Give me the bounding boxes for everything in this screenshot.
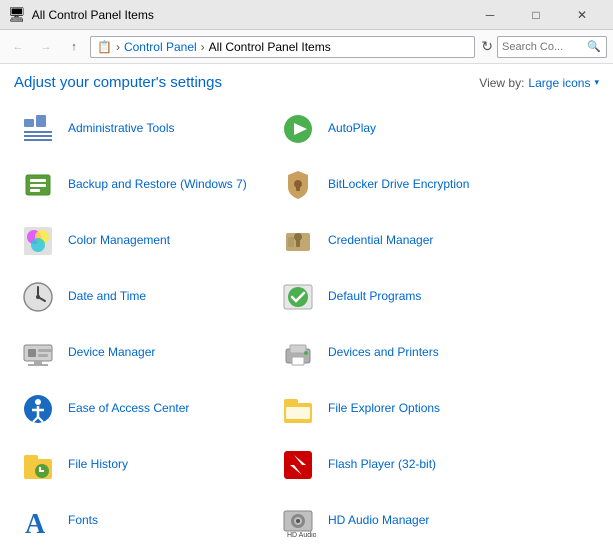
view-by-value[interactable]: Large icons: [528, 76, 590, 90]
page-title: Adjust your computer's settings: [14, 74, 222, 91]
file-explorer-icon: [278, 389, 318, 429]
search-input[interactable]: [502, 41, 587, 53]
date-time-label: Date and Time: [68, 289, 146, 305]
hd-audio-icon: HD Audio: [278, 501, 318, 541]
title-bar-controls: ─ □ ✕: [467, 0, 605, 30]
forward-button[interactable]: →: [34, 35, 58, 59]
address-bar: ← → ↑ 📋 › Control Panel › All Control Pa…: [0, 30, 613, 64]
autoplay-label: AutoPlay: [328, 121, 376, 137]
close-button[interactable]: ✕: [559, 0, 605, 30]
cp-item-color-management[interactable]: Color Management: [10, 213, 270, 269]
credential-manager-icon: [278, 221, 318, 261]
backup-restore-label: Backup and Restore (Windows 7): [68, 177, 247, 193]
view-by-label: View by:: [479, 76, 524, 90]
view-by-control: View by: Large icons ▾: [479, 76, 599, 90]
bitlocker-icon: [278, 165, 318, 205]
back-button[interactable]: ←: [6, 35, 30, 59]
cp-item-date-time[interactable]: Date and Time: [10, 269, 270, 325]
cp-item-default-programs[interactable]: Default Programs: [270, 269, 530, 325]
fonts-icon: A: [18, 501, 58, 541]
cp-item-file-history[interactable]: File History: [10, 437, 270, 493]
hd-audio-label: HD Audio Manager: [328, 513, 429, 529]
default-programs-icon: [278, 277, 318, 317]
credential-manager-label: Credential Manager: [328, 233, 433, 249]
flash-player-label: Flash Player (32-bit): [328, 457, 436, 473]
search-box[interactable]: 🔍: [497, 36, 607, 58]
ease-access-icon: [18, 389, 58, 429]
title-bar-icon: 🖥: [8, 6, 26, 23]
cp-item-backup-restore[interactable]: Backup and Restore (Windows 7): [10, 157, 270, 213]
cp-item-flash-player[interactable]: Flash Player (32-bit): [270, 437, 530, 493]
breadcrumb-all-items: All Control Panel Items: [209, 40, 331, 54]
backup-restore-icon: [18, 165, 58, 205]
title-bar: 🖥 All Control Panel Items ─ □ ✕: [0, 0, 613, 30]
content-header: Adjust your computer's settings View by:…: [0, 64, 613, 97]
cp-item-autoplay[interactable]: AutoPlay: [270, 101, 530, 157]
ease-access-label: Ease of Access Center: [68, 401, 189, 417]
maximize-button[interactable]: □: [513, 0, 559, 30]
default-programs-label: Default Programs: [328, 289, 421, 305]
up-button[interactable]: ↑: [62, 35, 86, 59]
svg-text:HD Audio: HD Audio: [287, 532, 316, 539]
device-manager-icon: [18, 333, 58, 373]
title-bar-title: All Control Panel Items: [32, 8, 467, 22]
devices-printers-label: Devices and Printers: [328, 345, 439, 361]
cp-item-fonts[interactable]: A Fonts: [10, 493, 270, 546]
cp-item-ease-access[interactable]: Ease of Access Center: [10, 381, 270, 437]
cp-item-hd-audio[interactable]: HD Audio HD Audio Manager: [270, 493, 530, 546]
cp-item-device-manager[interactable]: Device Manager: [10, 325, 270, 381]
devices-printers-icon: [278, 333, 318, 373]
cp-item-credential-manager[interactable]: Credential Manager: [270, 213, 530, 269]
items-area: Administrative Tools AutoPlay Backup and…: [0, 97, 613, 546]
administrative-tools-icon: [18, 109, 58, 149]
main-window: Adjust your computer's settings View by:…: [0, 64, 613, 546]
cp-item-administrative-tools[interactable]: Administrative Tools: [10, 101, 270, 157]
refresh-button[interactable]: ↻: [481, 38, 493, 55]
device-manager-label: Device Manager: [68, 345, 155, 361]
administrative-tools-label: Administrative Tools: [68, 121, 175, 137]
address-path[interactable]: 📋 › Control Panel › All Control Panel It…: [90, 36, 475, 58]
minimize-button[interactable]: ─: [467, 0, 513, 30]
autoplay-icon: [278, 109, 318, 149]
cp-item-devices-printers[interactable]: Devices and Printers: [270, 325, 530, 381]
file-explorer-label: File Explorer Options: [328, 401, 440, 417]
search-icon[interactable]: 🔍: [587, 40, 601, 53]
cp-item-file-explorer[interactable]: File Explorer Options: [270, 381, 530, 437]
file-history-label: File History: [68, 457, 128, 473]
file-history-icon: [18, 445, 58, 485]
view-by-arrow[interactable]: ▾: [594, 77, 599, 88]
cp-item-bitlocker[interactable]: BitLocker Drive Encryption: [270, 157, 530, 213]
svg-text:A: A: [25, 509, 46, 539]
bitlocker-label: BitLocker Drive Encryption: [328, 177, 469, 193]
color-management-label: Color Management: [68, 233, 170, 249]
breadcrumb-control-panel[interactable]: Control Panel: [124, 40, 197, 54]
breadcrumb-icon: 📋: [97, 40, 112, 54]
flash-player-icon: [278, 445, 318, 485]
date-time-icon: [18, 277, 58, 317]
fonts-label: Fonts: [68, 513, 98, 529]
color-management-icon: [18, 221, 58, 261]
